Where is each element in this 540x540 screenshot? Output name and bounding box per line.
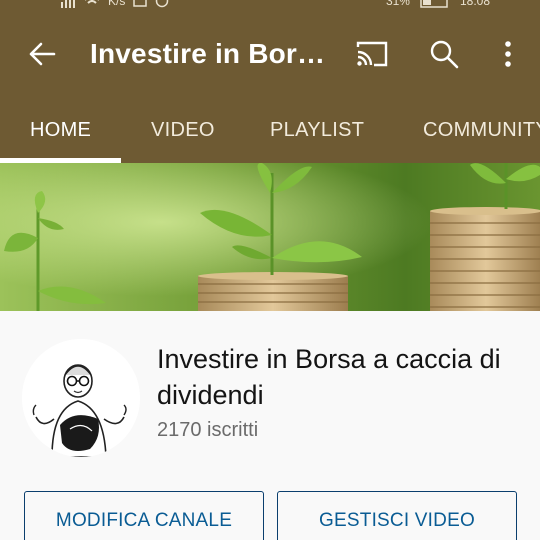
channel-banner xyxy=(0,163,540,311)
app-bar-title: Investire in Borsa a caccia di dividendi xyxy=(90,38,330,69)
wifi-icon xyxy=(84,0,100,8)
coin-stack-right xyxy=(430,207,540,311)
coin-stack-middle xyxy=(198,272,348,311)
tab-video[interactable]: VIDEO xyxy=(151,119,215,142)
tab-community[interactable]: COMMUNITY xyxy=(423,119,540,142)
avatar-illustration xyxy=(22,339,140,457)
status-bar: K/s 31% 18:08 xyxy=(0,0,540,14)
sync-icon xyxy=(155,0,169,8)
channel-tabs: HOME VIDEO PLAYLIST COMMUNITY xyxy=(0,100,540,163)
search-icon xyxy=(429,39,459,74)
battery-icon xyxy=(420,0,450,8)
cast-icon xyxy=(355,40,389,73)
manage-videos-button[interactable]: GESTISCI VIDEO xyxy=(277,491,517,540)
signal-icon xyxy=(60,0,76,8)
network-speed: K/s xyxy=(108,0,126,8)
app-bar: Investire in Borsa a caccia di dividendi xyxy=(0,14,540,100)
search-button[interactable] xyxy=(424,36,464,76)
more-options-button[interactable] xyxy=(488,36,528,76)
tab-playlist[interactable]: PLAYLIST xyxy=(270,119,364,142)
tab-home[interactable]: HOME xyxy=(30,119,91,142)
cast-button[interactable] xyxy=(352,36,392,76)
channel-name: Investire in Borsa a caccia di dividendi xyxy=(157,344,501,410)
subscriber-count: 2170 iscritti xyxy=(157,419,259,441)
status-right: 31% 18:08 xyxy=(386,0,490,8)
more-vert-icon xyxy=(503,40,513,73)
back-button[interactable] xyxy=(22,36,62,76)
edit-channel-button[interactable]: MODIFICA CANALE xyxy=(24,491,264,540)
channel-info: Investire in Borsa a caccia di dividendi… xyxy=(0,311,540,540)
battery-percent: 31% xyxy=(385,0,410,8)
avatar[interactable] xyxy=(22,339,140,457)
back-arrow-icon xyxy=(27,39,57,74)
clock: 18:08 xyxy=(459,0,490,8)
status-left: K/s xyxy=(60,0,169,8)
notification-icon xyxy=(133,0,148,8)
